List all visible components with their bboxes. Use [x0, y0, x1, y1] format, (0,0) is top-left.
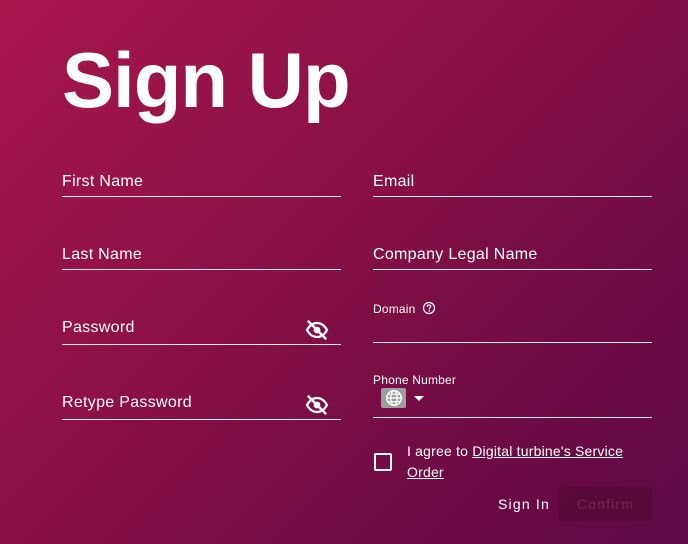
phone-number-label: Phone Number — [373, 373, 457, 387]
password-field[interactable]: Password — [62, 314, 341, 345]
last-name-label: Last Name — [62, 246, 143, 263]
password-label: Password — [62, 319, 135, 336]
last-name-field[interactable]: Last Name — [62, 241, 341, 270]
first-name-label: First Name — [62, 173, 144, 190]
country-selector[interactable] — [381, 387, 424, 409]
domain-label: Domain — [373, 301, 436, 316]
sign-in-button[interactable]: Sign In — [489, 487, 559, 521]
company-legal-name-label: Company Legal Name — [373, 246, 538, 263]
page-title: Sign Up — [62, 36, 351, 124]
retype-password-field[interactable]: Retype Password — [62, 389, 341, 420]
retype-password-label: Retype Password — [62, 394, 192, 411]
agree-checkbox[interactable] — [374, 453, 392, 471]
eye-off-icon[interactable] — [305, 393, 329, 417]
first-name-field[interactable]: First Name — [62, 168, 341, 197]
help-circle-icon[interactable] — [422, 301, 436, 315]
domain-field[interactable]: Domain — [373, 298, 652, 343]
eye-off-icon[interactable] — [305, 318, 329, 342]
domain-label-text: Domain — [373, 302, 416, 316]
agree-prefix: I agree to — [407, 443, 473, 459]
email-field[interactable]: Email — [373, 168, 652, 197]
phone-number-field[interactable]: Phone Number — [373, 373, 652, 418]
confirm-button[interactable]: Confirm — [559, 487, 652, 521]
caret-down-icon[interactable] — [414, 395, 424, 401]
email-label: Email — [373, 173, 415, 190]
company-legal-name-field[interactable]: Company Legal Name — [373, 241, 652, 270]
agree-text: I agree to Digital turbine's Service Ord… — [407, 441, 647, 483]
globe-icon — [381, 388, 406, 408]
